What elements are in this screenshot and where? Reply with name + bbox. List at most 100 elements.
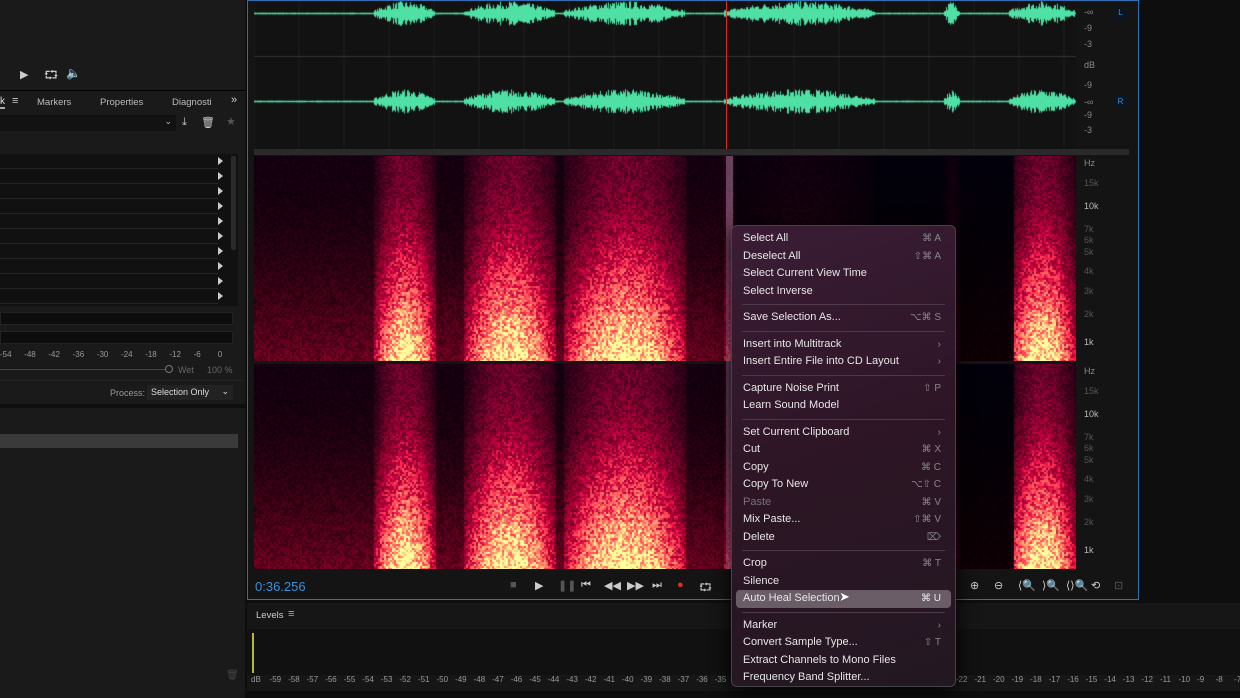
zoom-reset-icon[interactable]: ⟲ [1091,579,1100,592]
expand-arrow-icon[interactable] [218,202,223,210]
panel-divider[interactable] [254,149,1129,155]
panel-menu-icon[interactable]: ≡ [12,95,18,107]
trash-icon[interactable]: 🗑 [201,116,215,129]
menu-item[interactable]: Save Selection As... ⌥⌘ S [732,309,955,327]
expand-arrow-icon[interactable] [218,157,223,165]
zoom-in-left-icon[interactable]: ⟨🔍 [1018,579,1036,592]
meter-tick: -30 [96,350,109,359]
menu-item-label: Marker [743,618,778,631]
menu-item[interactable]: Cut ⌘ X [732,441,955,459]
play-icon[interactable]: ▶ [20,68,28,81]
menu-item[interactable]: Capture Noise Print ⇧ P [732,380,955,398]
menu-item-shortcut: ⇧⌘ A [913,250,941,262]
expand-arrow-icon[interactable] [218,232,223,240]
effect-slot[interactable] [0,214,218,229]
menu-item[interactable]: Select Inverse [732,283,955,301]
menu-item[interactable]: Frequency Band Splitter... [732,669,955,687]
menu-item[interactable]: Mix Paste... ⇧⌘ V [732,511,955,529]
levels-tick: -43 [566,675,578,684]
download-preset-icon[interactable]: ⤓ [182,116,187,129]
star-icon[interactable]: ★ [226,115,236,128]
levels-tick: -9 [1197,675,1205,684]
menu-item-shortcut: › [937,356,941,367]
menu-item-label: Delete [743,530,775,543]
skip-to-end-icon[interactable]: ⏭ [652,579,662,592]
playhead[interactable] [726,1,727,149]
zoom-full-icon[interactable]: ⊡ [1114,579,1123,592]
scrollbar[interactable] [231,156,236,250]
play-icon[interactable]: ▶ [535,579,543,592]
effect-slot[interactable] [0,229,218,244]
zoom-in-right-icon[interactable]: ⟩🔍 [1042,579,1060,592]
selected-list-row[interactable] [0,434,238,448]
menu-item[interactable]: Copy ⌘ C [732,459,955,477]
frequency-tick: 3k [1084,286,1094,296]
waveform-display[interactable] [254,1,1076,149]
menu-item[interactable]: Set Current Clipboard › [732,424,955,442]
effect-slot[interactable] [0,274,218,289]
menu-item[interactable]: Learn Sound Model [732,397,955,415]
frequency-axis-right: Hz 15k 10k 7k 6k 5k 4k 3k 2k 1k [1078,364,1128,569]
expand-arrow-icon[interactable] [218,292,223,300]
menu-item[interactable]: Delete ⌦ [732,529,955,547]
fast-forward-icon[interactable]: ▶▶ [627,579,644,592]
expand-arrow-icon[interactable] [218,262,223,270]
loop-icon[interactable]: ⮔ [699,579,712,598]
expand-arrow-icon[interactable] [218,247,223,255]
menu-item[interactable]: Deselect All ⇧⌘ A [732,248,955,266]
frequency-tick: 6k [1084,235,1094,245]
level-bar [252,633,254,673]
panel-menu-icon[interactable]: ≡ [288,608,294,620]
rewind-icon[interactable]: ◀◀ [604,579,621,592]
channel-l-toggle[interactable]: L [1114,7,1127,19]
more-tabs-icon[interactable]: » [231,94,237,106]
levels-tick: -18 [1030,675,1042,684]
menu-item[interactable]: Select Current View Time [732,265,955,283]
wet-slider-knob[interactable] [165,365,173,373]
menu-item[interactable]: Insert into Multitrack › [732,336,955,354]
expand-arrow-icon[interactable] [218,217,223,225]
speaker-icon[interactable]: 🔈 [66,66,81,80]
skip-to-start-icon[interactable]: ⏮ [581,579,591,592]
pause-icon[interactable]: ❚❚ [558,579,576,592]
menu-item-shortcut: ⌥⌘ S [910,312,941,323]
record-icon[interactable]: ● [677,579,684,591]
expand-arrow-icon[interactable] [218,277,223,285]
menu-item[interactable]: Copy To New ⌥⇧ C [732,476,955,494]
tab-effects[interactable]: k [0,96,5,109]
menu-item[interactable]: Paste ⌘ V [732,494,955,512]
effect-slot[interactable] [0,154,218,169]
stop-icon[interactable]: ■ [510,579,517,591]
expand-arrow-icon[interactable] [218,187,223,195]
menu-item[interactable]: Marker › [732,617,955,635]
tab-markers[interactable]: Markers [37,97,71,108]
levels-title: Levels [256,610,284,621]
tab-diagnostics[interactable]: Diagnostic [172,97,212,108]
loop-icon[interactable]: ⮔ [44,66,58,87]
preset-dropdown[interactable]: ⌄ [0,115,176,131]
tab-properties[interactable]: Properties [100,97,143,108]
effect-slot[interactable] [0,184,218,199]
effect-slot[interactable] [0,289,218,304]
menu-item[interactable]: Convert Sample Type... ⇧ T [732,634,955,652]
zoom-in-amplitude-icon[interactable]: ⊕ [970,579,979,592]
expand-arrow-icon[interactable] [218,172,223,180]
effect-slot[interactable] [0,259,218,274]
menu-item[interactable]: Crop ⌘ T [732,555,955,573]
menu-item[interactable]: Insert Entire File into CD Layout › [732,353,955,371]
meter-tick: -24 [121,350,133,359]
zoom-out-amplitude-icon[interactable]: ⊖ [994,579,1003,592]
effect-slot[interactable] [0,169,218,184]
zoom-selection-icon[interactable]: ⟨⟩🔍 [1066,579,1088,592]
menu-item[interactable]: Silence [732,573,955,591]
effect-slot[interactable] [0,244,218,259]
menu-item-shortcut: ⇧ P [923,382,941,394]
effect-slot[interactable] [0,199,218,214]
menu-item-label: Select Current View Time [743,267,867,279]
menu-item[interactable]: Select All ⌘ A [732,230,955,248]
wet-slider[interactable] [0,369,165,370]
channel-r-toggle[interactable]: R [1114,96,1127,108]
process-dropdown[interactable]: Selection Only ⌄ [147,385,233,400]
trash-icon[interactable]: 🗑 [226,670,239,681]
menu-item[interactable]: Extract Channels to Mono Files [732,652,955,670]
